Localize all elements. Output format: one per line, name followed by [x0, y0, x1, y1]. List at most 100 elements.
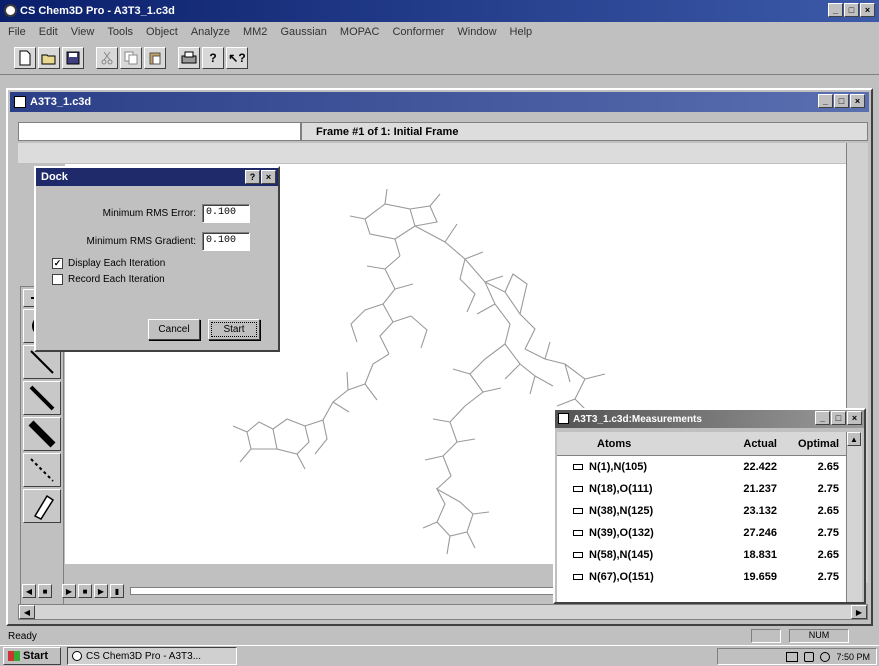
model-horizontal-scrollbar[interactable]: ◀ ▶: [18, 604, 868, 620]
cancel-button[interactable]: Cancel: [148, 319, 200, 340]
text-entry-box[interactable]: [18, 122, 301, 141]
min-rms-gradient-row: Minimum RMS Gradient: 0.100: [46, 232, 250, 251]
paste-icon[interactable]: [144, 46, 166, 69]
minimize-button[interactable]: _: [828, 3, 843, 17]
measurements-title: A3T3_1.c3d:Measurements: [573, 413, 702, 425]
menu-mm2[interactable]: MM2: [243, 26, 267, 38]
row-optimal[interactable]: 2.75: [777, 483, 843, 495]
min-rms-gradient-label: Minimum RMS Gradient:: [86, 236, 196, 247]
taskbar-app-label: CS Chem3D Pro - A3T3...: [86, 650, 202, 662]
menu-object[interactable]: Object: [146, 26, 178, 38]
movie-play-icon[interactable]: ▶: [62, 584, 76, 598]
start-button[interactable]: Start: [3, 647, 61, 665]
menu-help[interactable]: Help: [510, 26, 533, 38]
status-text: Ready: [8, 630, 37, 642]
movie-frame-slider[interactable]: [130, 587, 563, 595]
movie-last-icon[interactable]: ▮: [110, 584, 124, 598]
row-actual: 21.237: [743, 483, 777, 495]
dock-close-button[interactable]: ×: [261, 170, 276, 184]
column-actual[interactable]: Actual: [707, 438, 777, 450]
windows-logo-icon: [8, 651, 20, 661]
frame-label: Frame #1 of 1: Initial Frame: [301, 122, 868, 141]
row-optimal[interactable]: 2.65: [777, 549, 843, 561]
row-optimal[interactable]: 2.65: [777, 505, 843, 517]
row-optimal[interactable]: 2.75: [777, 571, 843, 583]
column-atoms[interactable]: Atoms: [557, 438, 707, 450]
meas-maximize-button[interactable]: □: [831, 411, 846, 425]
help-icon[interactable]: ?: [202, 46, 224, 69]
document-icon[interactable]: [14, 96, 26, 108]
menu-view[interactable]: View: [71, 26, 95, 38]
close-button[interactable]: ×: [860, 3, 875, 17]
table-row[interactable]: N(18),O(111) 21.237 2.75: [557, 478, 847, 500]
menu-gaussian[interactable]: Gaussian: [280, 26, 326, 38]
taskbar-app-button[interactable]: CS Chem3D Pro - A3T3...: [67, 647, 237, 665]
menu-mopac[interactable]: MOPAC: [340, 26, 380, 38]
taskbar: Start CS Chem3D Pro - A3T3... 7:50 PM: [0, 645, 879, 666]
tray-scheduler-icon[interactable]: [820, 651, 831, 662]
row-actual: 19.659: [743, 571, 777, 583]
meas-close-button[interactable]: ×: [847, 411, 862, 425]
table-row[interactable]: N(39),O(132) 27.246 2.75: [557, 522, 847, 544]
open-icon[interactable]: [38, 46, 60, 69]
table-row[interactable]: N(38),N(125) 23.132 2.65: [557, 500, 847, 522]
row-optimal[interactable]: 2.75: [777, 527, 843, 539]
doc-minimize-button[interactable]: _: [818, 94, 833, 108]
row-optimal[interactable]: 2.65: [777, 461, 843, 473]
dock-help-button[interactable]: ?: [245, 170, 260, 184]
copy-icon[interactable]: [120, 46, 142, 69]
menu-edit[interactable]: Edit: [39, 26, 58, 38]
movie-first-icon[interactable]: ◀: [22, 584, 36, 598]
double-bond-icon[interactable]: [23, 381, 61, 415]
measurements-window-icon[interactable]: [558, 413, 569, 424]
movie-controls: ◀ ■ ▶ ■ ▶ ▮: [18, 582, 563, 600]
row-atoms: N(39),O(132): [589, 527, 654, 539]
dummy-bond-icon[interactable]: [23, 453, 61, 487]
tray-volume-icon[interactable]: [804, 651, 815, 662]
document-title: A3T3_1.c3d: [30, 96, 92, 108]
tray-network-icon[interactable]: [786, 651, 799, 662]
movie-stop-icon[interactable]: ■: [78, 584, 92, 598]
movie-prev-icon[interactable]: ■: [38, 584, 52, 598]
menu-analyze[interactable]: Analyze: [191, 26, 230, 38]
doc-maximize-button[interactable]: □: [834, 94, 849, 108]
canvas-header-strip: [18, 143, 846, 163]
table-row[interactable]: N(1),N(105) 22.422 2.65: [557, 456, 847, 478]
maximize-button[interactable]: □: [844, 3, 859, 17]
scroll-left-icon[interactable]: ◀: [19, 605, 35, 619]
movie-next-icon[interactable]: ▶: [94, 584, 108, 598]
menu-window[interactable]: Window: [457, 26, 496, 38]
min-rms-error-label: Minimum RMS Error:: [102, 208, 196, 219]
start-button[interactable]: Start: [208, 319, 260, 340]
new-icon[interactable]: [14, 46, 36, 69]
doc-close-button[interactable]: ×: [850, 94, 865, 108]
display-each-iteration-checkbox[interactable]: ✓: [52, 258, 63, 269]
menu-file[interactable]: File: [8, 26, 26, 38]
record-each-iteration-row[interactable]: Record Each Iteration: [52, 274, 165, 285]
scroll-up-icon[interactable]: ▲: [847, 432, 861, 446]
meas-minimize-button[interactable]: _: [815, 411, 830, 425]
context-help-icon[interactable]: ↖?: [226, 46, 248, 69]
record-each-iteration-checkbox[interactable]: [52, 274, 63, 285]
table-row[interactable]: N(58),N(145) 18.831 2.65: [557, 544, 847, 566]
row-atoms: N(1),N(105): [589, 461, 648, 473]
menu-tools[interactable]: Tools: [107, 26, 133, 38]
triple-bond-icon[interactable]: [23, 417, 61, 451]
save-icon[interactable]: [62, 46, 84, 69]
table-row[interactable]: N(67),O(151) 19.659 2.75: [557, 566, 847, 588]
tray-clock[interactable]: 7:50 PM: [836, 652, 870, 662]
dock-dialog: Dock ? × Minimum RMS Error: 0.100 Minimu…: [34, 166, 280, 352]
column-optimal[interactable]: Optimal: [777, 438, 843, 450]
cut-icon[interactable]: [96, 46, 118, 69]
display-each-iteration-row[interactable]: ✓ Display Each Iteration: [52, 258, 165, 269]
min-rms-error-input[interactable]: 0.100: [202, 204, 250, 223]
chem3d-app-icon[interactable]: [4, 4, 17, 17]
min-rms-gradient-input[interactable]: 0.100: [202, 232, 250, 251]
menu-conformer[interactable]: Conformer: [392, 26, 444, 38]
scroll-right-icon[interactable]: ▶: [851, 605, 867, 619]
measurements-header: Atoms Actual Optimal: [557, 432, 847, 456]
row-bond-icon: [573, 530, 583, 537]
print-icon[interactable]: [178, 46, 200, 69]
measurements-scrollbar[interactable]: ▲: [846, 432, 862, 602]
eraser-icon[interactable]: [23, 489, 61, 523]
